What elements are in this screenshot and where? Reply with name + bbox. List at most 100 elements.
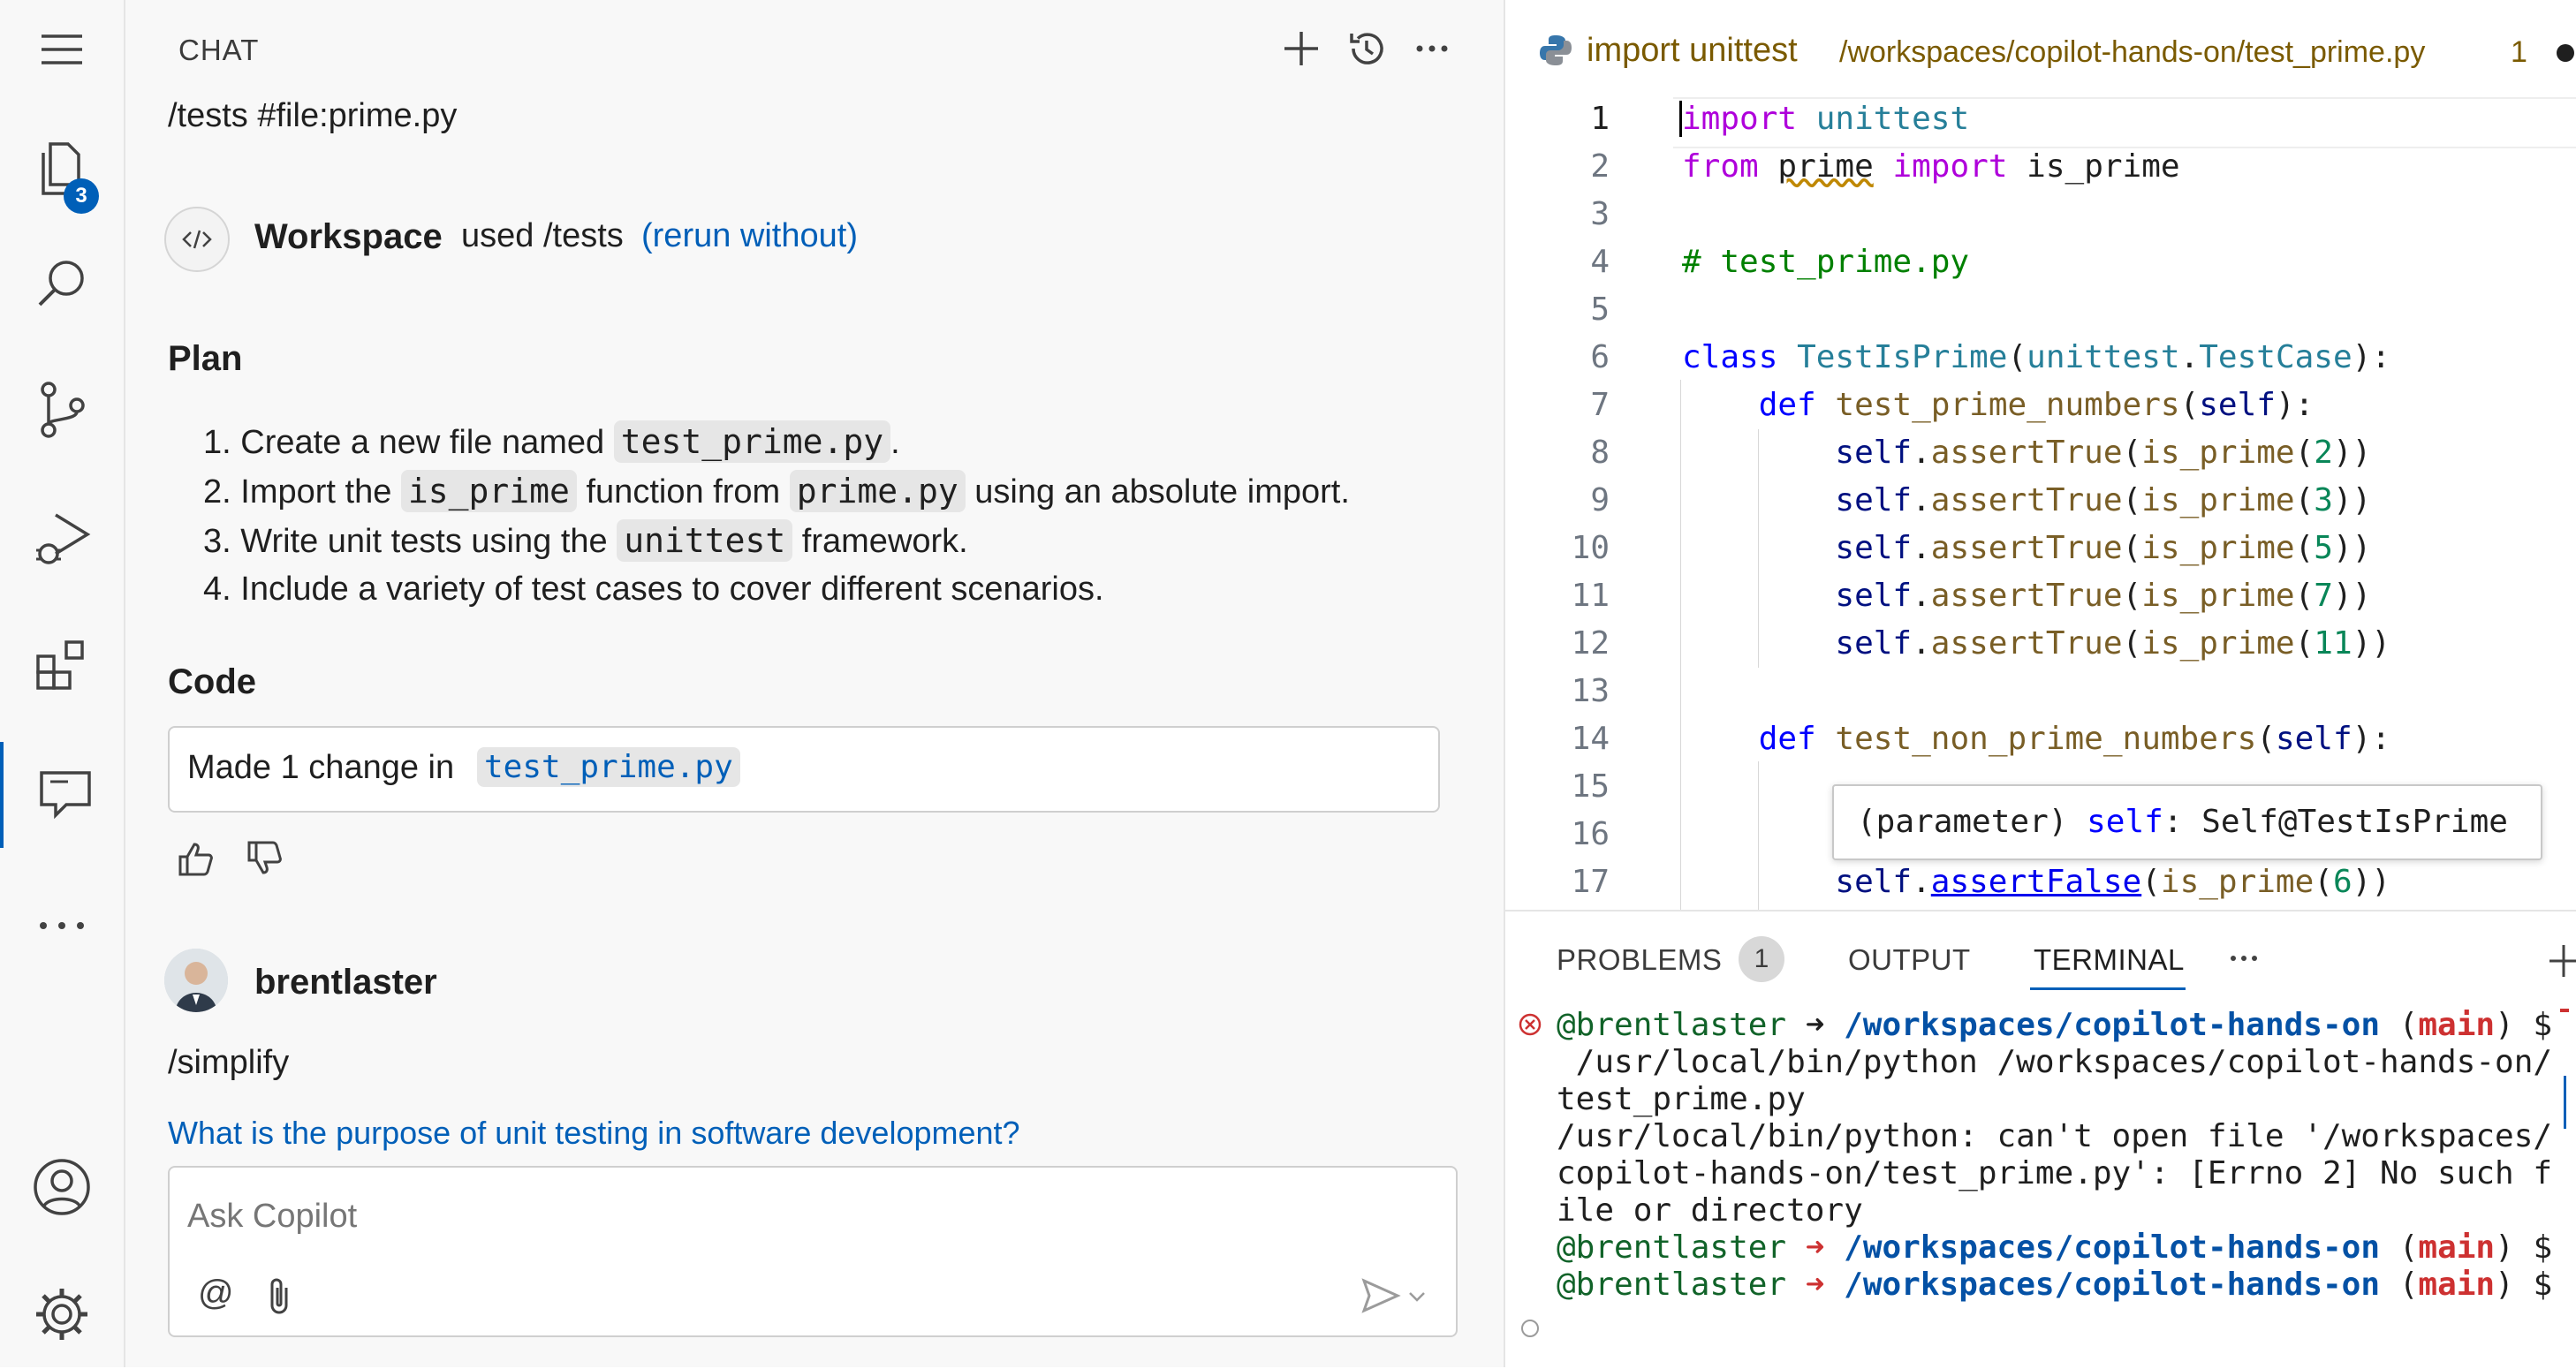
line-number: 1 bbox=[1590, 101, 1610, 137]
made-change-text: Made 1 change in bbox=[187, 749, 455, 786]
send-options-button[interactable] bbox=[1406, 1286, 1428, 1312]
tab-terminal[interactable]: TERMINAL bbox=[2034, 943, 2185, 977]
user-prompt: /simplify bbox=[168, 1044, 290, 1081]
new-terminal-button[interactable] bbox=[2548, 943, 2576, 983]
history-icon bbox=[1350, 33, 1383, 64]
plan-item: 2. Import the is_prime function from pri… bbox=[203, 470, 1350, 512]
activity-bar: 3 bbox=[0, 0, 125, 1367]
plan-text: . bbox=[890, 424, 900, 461]
terminal-status-icon bbox=[1521, 1320, 1539, 1337]
editor-tab[interactable]: import unittest /workspaces/copilot-hand… bbox=[1505, 0, 2576, 99]
used-command-text: used /tests bbox=[461, 217, 624, 254]
thumbs-down-icon bbox=[247, 841, 282, 874]
plan-item-number: 4. bbox=[203, 571, 231, 608]
thumbs-up-button[interactable] bbox=[175, 837, 217, 884]
mention-button[interactable]: @ bbox=[198, 1274, 234, 1313]
chat-icon bbox=[40, 771, 91, 820]
terminal-prompt-line: @brentlaster ➜ /workspaces/copilot-hands… bbox=[1557, 1267, 2553, 1303]
plan-text: Include a variety of test cases to cover… bbox=[240, 571, 1104, 608]
search-icon bbox=[38, 261, 84, 306]
send-button[interactable] bbox=[1360, 1275, 1401, 1320]
participant-name: Workspace bbox=[254, 217, 443, 256]
code-line: self.assertTrue(is_prime(3)) bbox=[1835, 482, 2372, 518]
run-debug-icon bbox=[36, 513, 91, 564]
user-photo-icon bbox=[164, 949, 228, 1012]
activity-more[interactable] bbox=[0, 873, 124, 979]
line-number: 7 bbox=[1590, 387, 1610, 423]
line-number: 12 bbox=[1571, 625, 1610, 662]
plan-text: framework. bbox=[792, 523, 968, 560]
activity-explorer[interactable]: 3 bbox=[0, 115, 124, 221]
line-number: 11 bbox=[1571, 578, 1610, 614]
hamburger-icon bbox=[42, 34, 82, 64]
follow-up-suggestion[interactable]: What is the purpose of unit testing in s… bbox=[168, 1115, 1020, 1152]
code-icon bbox=[182, 230, 212, 249]
hover-tooltip: (parameter) self: Self@TestIsPrime bbox=[1832, 784, 2542, 860]
paperclip-icon bbox=[270, 1278, 288, 1314]
panel-more-button[interactable] bbox=[2226, 945, 2262, 976]
code-line: self.assertTrue(is_prime(7)) bbox=[1835, 578, 2372, 614]
chat-input-box: Ask Copilot @ bbox=[168, 1166, 1458, 1337]
unsaved-dot-icon[interactable] bbox=[2557, 44, 2574, 62]
plan-item: 1. Create a new file named test_prime.py… bbox=[203, 420, 900, 463]
menu-button[interactable] bbox=[0, 0, 124, 99]
plus-icon bbox=[2549, 945, 2576, 977]
thumbs-down-button[interactable] bbox=[244, 837, 286, 884]
activity-manage[interactable] bbox=[0, 1261, 124, 1367]
terminal-line: copilot-hands-on/test_prime.py': [Errno … bbox=[1557, 1155, 2553, 1191]
activity-search[interactable] bbox=[0, 231, 124, 337]
error-icon bbox=[1518, 1012, 1542, 1041]
plan-item-number: 2. bbox=[203, 473, 231, 511]
line-number: 5 bbox=[1590, 291, 1610, 328]
plan-item: 3. Write unit tests using the unittest f… bbox=[203, 519, 968, 562]
chat-input[interactable]: Ask Copilot bbox=[187, 1198, 357, 1236]
workspace-avatar bbox=[164, 207, 230, 272]
plus-icon bbox=[1284, 32, 1318, 65]
chat-more-button[interactable] bbox=[1410, 26, 1454, 71]
activity-chat[interactable] bbox=[0, 742, 127, 848]
ellipsis-icon bbox=[2231, 956, 2257, 961]
inline-code: prime.py bbox=[789, 470, 966, 512]
code-change-card: Made 1 change in test_prime.py bbox=[168, 726, 1440, 813]
plan-text: using an absolute import. bbox=[965, 473, 1350, 511]
send-icon bbox=[1361, 1278, 1401, 1313]
attach-button[interactable] bbox=[263, 1275, 295, 1320]
inline-code: test_prime.py bbox=[613, 420, 891, 463]
account-icon bbox=[34, 1159, 90, 1215]
activity-accounts[interactable] bbox=[0, 1134, 124, 1240]
tab-output[interactable]: OUTPUT bbox=[1848, 943, 1971, 977]
activity-source-control[interactable] bbox=[0, 357, 124, 463]
chat-history-button[interactable] bbox=[1345, 26, 1389, 71]
hover-text: (parameter) self: Self@TestIsPrime bbox=[1857, 804, 2508, 840]
terminal-scrollbar[interactable] bbox=[2560, 1009, 2569, 1344]
chevron-down-icon bbox=[1409, 1292, 1425, 1302]
changed-file-link[interactable]: test_prime.py bbox=[477, 747, 740, 787]
code-heading: Code bbox=[168, 662, 256, 701]
code-line: def test_non_prime_numbers(self): bbox=[1758, 721, 2390, 757]
user-avatar bbox=[164, 949, 228, 1012]
python-icon bbox=[1539, 34, 1572, 72]
inline-code: is_prime bbox=[400, 470, 577, 512]
terminal-prompt-line: @brentlaster ➜ /workspaces/copilot-hands… bbox=[1557, 1229, 2553, 1266]
line-number: 13 bbox=[1571, 673, 1610, 709]
code-line: from prime import is_prime bbox=[1682, 148, 2180, 185]
line-number: 15 bbox=[1571, 768, 1610, 805]
line-number: 3 bbox=[1590, 196, 1610, 232]
tab-problems[interactable]: PROBLEMS bbox=[1557, 943, 1722, 977]
active-tab-indicator bbox=[2030, 987, 2186, 990]
hover-kind: (parameter) bbox=[1857, 804, 2068, 840]
new-chat-button[interactable] bbox=[1279, 26, 1323, 71]
rerun-link[interactable]: (rerun without) bbox=[641, 217, 858, 255]
hover-symbol: self bbox=[2087, 804, 2163, 840]
indent-guide bbox=[1680, 380, 1681, 910]
activity-extensions[interactable] bbox=[0, 613, 124, 719]
line-number: 16 bbox=[1571, 816, 1610, 852]
plan-text: function from bbox=[576, 473, 790, 511]
line-number: 10 bbox=[1571, 530, 1610, 566]
problems-count-badge: 1 bbox=[1739, 936, 1784, 982]
line-number: 17 bbox=[1571, 864, 1610, 900]
terminal-prompt-line: @brentlaster ➜ /workspaces/copilot-hands… bbox=[1557, 1007, 2553, 1043]
tab-path: /workspaces/copilot-hands-on/test_prime.… bbox=[1839, 35, 2426, 69]
tab-problem-count: 1 bbox=[2511, 35, 2527, 69]
activity-run-debug[interactable] bbox=[0, 484, 124, 590]
